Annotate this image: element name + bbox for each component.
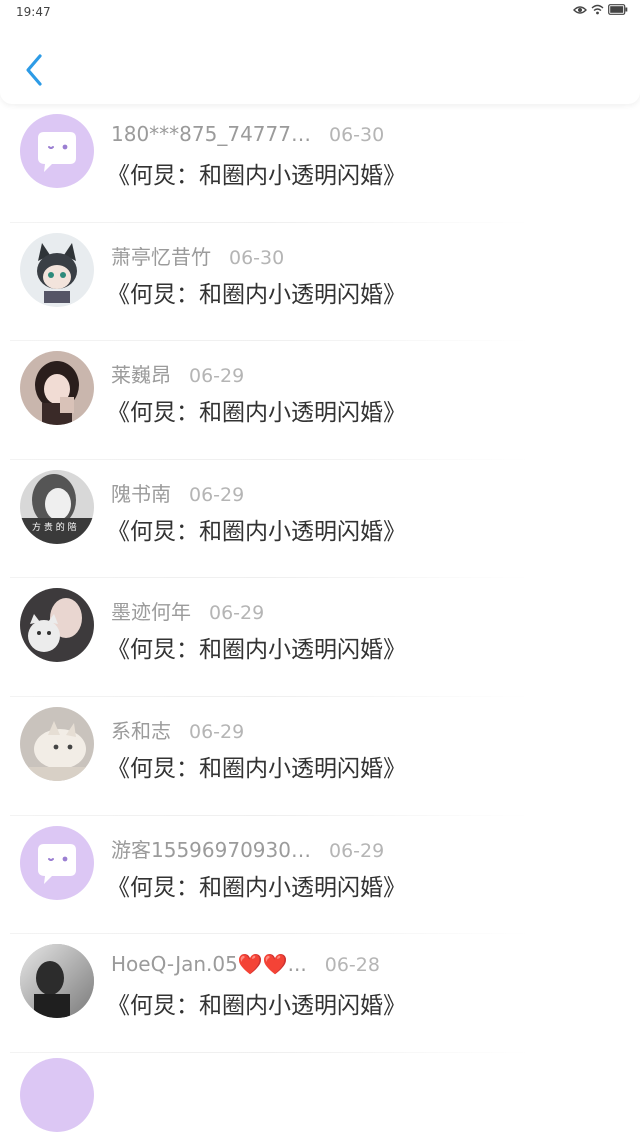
comment-date: 06-30 xyxy=(329,124,385,146)
comment-row[interactable]: 墨迹何年 06-29 《何炅：和圈内小透明闪婚》 xyxy=(0,578,640,697)
comment-meta: HoeQ-Jan.05❤️❤️... 06-28 xyxy=(111,952,380,976)
comment-date: 06-29 xyxy=(329,839,385,862)
comment-date: 06-28 xyxy=(324,954,380,977)
comment-row[interactable]: 180***875_747778... 06-30 《何炅：和圈内小透明闪婚》 xyxy=(0,104,640,223)
avatar[interactable] xyxy=(20,114,94,188)
avatar[interactable] xyxy=(20,706,94,781)
comment-meta: 隗书南 06-29 xyxy=(111,478,244,507)
avatar[interactable] xyxy=(20,825,94,900)
back-button[interactable] xyxy=(18,50,52,90)
comment-title[interactable]: 《何炅：和圈内小透明闪婚》 xyxy=(107,868,406,902)
avatar[interactable] xyxy=(20,351,94,426)
avatar[interactable]: 方 贵 的 陪 xyxy=(20,469,94,544)
username[interactable]: HoeQ-Jan.05❤️❤️... xyxy=(111,952,307,976)
comment-date: 06-29 xyxy=(189,365,245,388)
comment-title[interactable]: 《何炅：和圈内小透明闪婚》 xyxy=(107,986,406,1020)
avatar[interactable] xyxy=(20,944,94,1019)
comment-row[interactable]: 方 贵 的 陪 隗书南 06-29 《何炅：和圈内小透明闪婚》 xyxy=(0,460,640,579)
comment-row[interactable]: 萧亭忆昔竹 06-30 《何炅：和圈内小透明闪婚》 xyxy=(0,223,640,342)
status-time: 19:47 xyxy=(16,5,51,19)
comment-title[interactable]: 《何炅：和圈内小透明闪婚》 xyxy=(107,156,406,190)
comment-date: 06-29 xyxy=(209,602,265,625)
comment-meta: 180***875_747778... 06-30 xyxy=(111,122,384,146)
comment-meta: 游客155969709305... 06-29 xyxy=(111,834,384,863)
comment-date: 06-29 xyxy=(189,483,245,506)
comment-meta: 系和志 06-29 xyxy=(111,715,244,744)
comment-meta: 萧亭忆昔竹 06-30 xyxy=(111,241,284,270)
comment-row[interactable]: HoeQ-Jan.05❤️❤️... 06-28 《何炅：和圈内小透明闪婚》 xyxy=(0,934,640,1053)
comment-meta: 莱巍昂 06-29 xyxy=(111,359,244,388)
comment-meta: 墨迹何年 06-29 xyxy=(111,596,264,625)
svg-text:方 贵 的 陪: 方 贵 的 陪 xyxy=(32,521,77,533)
comment-title[interactable]: 《何炅：和圈内小透明闪婚》 xyxy=(107,512,406,546)
username[interactable]: 萧亭忆昔竹 xyxy=(111,241,211,270)
username[interactable]: 系和志 xyxy=(111,715,171,744)
comment-date: 06-30 xyxy=(229,246,285,269)
wifi-icon xyxy=(591,4,604,15)
comment-title[interactable]: 《何炅：和圈内小透明闪婚》 xyxy=(107,749,406,783)
avatar[interactable] xyxy=(20,232,94,307)
status-bar: 19:47 xyxy=(0,0,640,24)
comment-title[interactable]: 《何炅：和圈内小透明闪婚》 xyxy=(107,393,406,427)
status-icons xyxy=(573,4,628,15)
comment-title[interactable]: 《何炅：和圈内小透明闪婚》 xyxy=(107,630,406,664)
divider xyxy=(10,1051,530,1053)
comment-row[interactable]: 系和志 06-29 《何炅：和圈内小透明闪婚》 xyxy=(0,697,640,816)
username[interactable]: 游客155969709305... xyxy=(111,834,311,863)
partial-avatar xyxy=(20,1058,94,1132)
username[interactable]: 莱巍昂 xyxy=(111,359,171,388)
comment-row[interactable]: 莱巍昂 06-29 《何炅：和圈内小透明闪婚》 xyxy=(0,341,640,460)
eye-icon xyxy=(573,5,587,14)
comment-row[interactable]: 游客155969709305... 06-29 《何炅：和圈内小透明闪婚》 xyxy=(0,816,640,935)
comment-list: 180***875_747778... 06-30 《何炅：和圈内小透明闪婚》 萧亭忆… xyxy=(0,104,640,1053)
chevron-left-icon xyxy=(26,54,42,86)
comment-date: 06-29 xyxy=(189,720,245,743)
username[interactable]: 墨迹何年 xyxy=(111,596,191,625)
username[interactable]: 180***875_747778... xyxy=(111,122,311,146)
comment-title[interactable]: 《何炅：和圈内小透明闪婚》 xyxy=(107,275,406,309)
username[interactable]: 隗书南 xyxy=(111,478,171,507)
battery-icon xyxy=(608,4,628,15)
avatar[interactable] xyxy=(20,588,94,663)
